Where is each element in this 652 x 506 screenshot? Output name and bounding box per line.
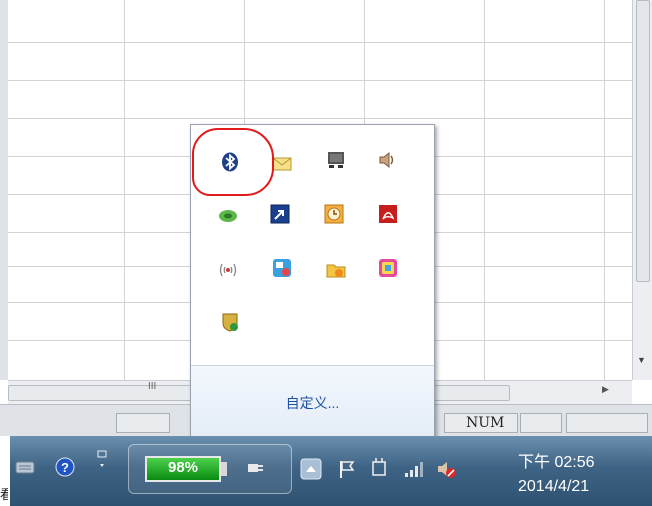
status-panel [116,413,170,433]
keyboard-icon[interactable] [14,456,36,478]
vertical-scrollbar[interactable]: ▼ [632,0,652,380]
battery-tip [221,462,227,476]
colorful-app-icon[interactable] [378,258,398,278]
column-divider [124,0,125,380]
taskbar-time[interactable]: 下午 02:56 [518,448,595,472]
scroll-right-arrow-icon[interactable]: ▶ [602,384,609,395]
wireless-icon[interactable] [218,260,238,280]
monitor-icon[interactable] [326,150,346,170]
column-divider [484,0,485,380]
help-icon[interactable]: ? [54,456,76,478]
status-panel [566,413,648,433]
clipped-text: 看 [0,484,8,503]
row-divider [8,80,632,81]
shield-icon[interactable] [220,312,240,332]
status-panel [520,413,562,433]
annotation-circle [192,128,274,196]
power-status-icon[interactable] [368,456,390,478]
num-lock-indicator: NUM [466,415,505,431]
language-switch-icon[interactable] [92,448,114,470]
speaker-icon[interactable] [378,150,398,170]
remote-icon[interactable] [272,258,292,278]
column-divider [604,0,605,380]
network-signal-icon[interactable] [402,458,424,480]
power-plug-icon[interactable] [244,457,266,479]
mail-icon[interactable] [272,154,292,174]
folder-badge-icon[interactable] [326,260,346,280]
show-hidden-icons-button[interactable] [300,458,322,480]
taskbar-date[interactable]: 2014/4/21 [518,478,589,496]
scroll-down-arrow-icon[interactable]: ▼ [637,355,646,365]
scroll-grip: III [148,381,157,392]
customize-link[interactable]: 自定义... [191,393,434,413]
row-divider [8,118,632,119]
pdf-icon[interactable] [378,204,398,224]
battery-percent: 98% [167,459,199,476]
svg-text:?: ? [61,460,69,475]
shortcut-icon[interactable] [270,204,290,224]
action-center-flag-icon[interactable] [336,458,358,480]
nvidia-icon[interactable] [218,206,238,226]
volume-muted-icon[interactable] [436,458,458,480]
clock-icon[interactable] [324,204,344,224]
vertical-scroll-thumb[interactable] [636,0,650,282]
row-header-band [0,0,8,380]
row-divider [8,42,632,43]
